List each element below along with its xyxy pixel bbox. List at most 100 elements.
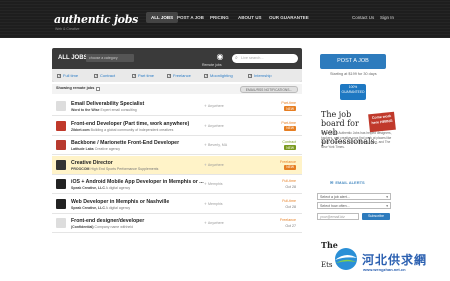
logo-tagline: Web & Creative: [55, 27, 80, 31]
guarantee-seal[interactable]: 100% GUARANTEED: [340, 84, 366, 100]
nav-guarantee[interactable]: OUR GUARANTEE: [269, 15, 309, 20]
nav-about[interactable]: ABOUT US: [238, 15, 262, 20]
search-icon: ⌕: [235, 55, 238, 61]
company-logo: [56, 159, 66, 170]
job-date: Oct 28: [285, 185, 296, 189]
job-type-label: Freelance: [280, 218, 296, 222]
top-nav-bar: authentic jobs Web & Creative ALL JOBS P…: [0, 0, 450, 38]
nav-post-job[interactable]: POST A JOB: [177, 15, 204, 20]
job-title[interactable]: iOS + Android Mobile App Developer in Me…: [71, 179, 204, 185]
job-location: Anywhere: [204, 221, 224, 225]
job-alert-select[interactable]: Select a job alert...: [317, 193, 391, 201]
company-name: PROOCOM: [71, 166, 90, 171]
company-description: Expert email consulting: [100, 108, 137, 112]
job-title[interactable]: Web Developer in Memphis or Nashville: [71, 199, 169, 205]
company-name: Word to the Wise: [71, 108, 100, 112]
checkbox[interactable]: [204, 73, 208, 78]
envelope-icon: ✉: [330, 180, 334, 185]
job-type-label: Full-time: [282, 198, 296, 203]
job-title[interactable]: Backbone / Marionette Front-End Develope…: [71, 140, 179, 146]
globe-icon[interactable]: ◉: [212, 51, 228, 62]
checkbox[interactable]: [57, 73, 61, 78]
job-title[interactable]: Front-end designer/developer: [71, 218, 144, 224]
subscribe-button[interactable]: Subscribe: [362, 213, 390, 220]
email-field[interactable]: your@email.biz: [317, 213, 359, 220]
nav-signin[interactable]: Sign In: [380, 15, 394, 20]
nav-all-jobs[interactable]: ALL JOBS: [146, 12, 179, 23]
job-title[interactable]: Email Deliverability Specialist: [71, 101, 144, 107]
job-company: Latitude Labs Creative agency: [71, 147, 120, 151]
job-title[interactable]: Creative Director: [71, 160, 113, 166]
company-logo: [56, 120, 66, 131]
company-description: A digital agency: [105, 186, 131, 190]
new-badge: NEW: [284, 106, 296, 111]
company-logo: [56, 198, 66, 209]
company-name: Latitude Labs: [71, 147, 94, 151]
checkbox[interactable]: [248, 73, 252, 78]
job-type-label: Freelance: [280, 159, 296, 164]
job-location: Memphis: [204, 202, 223, 206]
type-filter-internship[interactable]: Internship: [248, 73, 272, 78]
checkbox[interactable]: [94, 73, 98, 78]
email-notifications-button[interactable]: EMAIL/RSS NOTIFICATIONS...: [240, 85, 298, 93]
job-row[interactable]: Front-end Developer (Part time, work any…: [52, 117, 302, 136]
checkbox[interactable]: [132, 73, 136, 78]
job-title[interactable]: Front-end Developer (Part time, work any…: [71, 121, 189, 127]
company-logo: [56, 101, 66, 111]
job-row[interactable]: Web Developer in Memphis or Nashville Spe…: [52, 195, 302, 214]
price-text: Starting at $199 for 30 days: [330, 72, 377, 76]
job-row[interactable]: Email Deliverability Specialist Word to t…: [52, 97, 302, 116]
job-company: Speak Creative, LLC A digital agency: [71, 186, 130, 190]
nav-pricing[interactable]: PRICING: [210, 15, 229, 20]
job-type-label: Part-time: [281, 101, 296, 105]
checkbox[interactable]: [167, 73, 171, 78]
watermark-url: www.wengzhan.net.cn: [363, 267, 406, 272]
post-job-button[interactable]: POST A JOB: [320, 54, 386, 69]
job-type-label: Full-time: [282, 179, 296, 183]
company-logo: [56, 140, 66, 150]
hiring-sign: Come work here HIRING: [368, 111, 396, 133]
watermark-logo-icon: [335, 248, 357, 270]
type-filter-parttime[interactable]: Part time: [132, 73, 154, 78]
job-row[interactable]: iOS + Android Mobile App Developer in Me…: [52, 175, 302, 194]
job-row[interactable]: Backbone / Marionette Front-End Develope…: [52, 136, 302, 155]
nav-contact[interactable]: Contact Us: [352, 15, 374, 20]
company-name: Zibbet.com: [71, 127, 90, 132]
job-company: (Confidential) Company name withheld: [71, 225, 133, 229]
job-row[interactable]: Creative Director PROOCOM High End Sports…: [52, 155, 302, 175]
job-company: Speak Creative, LLC A digital agency: [71, 206, 130, 210]
site-logo[interactable]: authentic jobs: [54, 13, 138, 26]
frequency-select[interactable]: Select how often...: [317, 202, 391, 210]
search-input[interactable]: ⌕ Live search...: [232, 54, 298, 63]
company-logo: [56, 218, 66, 228]
job-location: Anywhere: [204, 104, 224, 108]
company-description: A digital agency: [105, 205, 131, 210]
job-type-label: Contract: [282, 140, 296, 144]
job-company: PROOCOM High End Sports Performance Supp…: [71, 167, 158, 171]
job-company: Zibbet.com Building a global community o…: [71, 128, 173, 132]
remote-jobs-label[interactable]: Remote jobs: [202, 63, 222, 67]
remote-filter-bar: Showing remote jobs EMAIL/RSS NOTIFICATI…: [52, 84, 302, 94]
job-company: Word to the Wise Expert email consulting: [71, 108, 137, 112]
category-select[interactable]: choose a category: [86, 54, 134, 62]
remote-status-label: Showing remote jobs: [56, 86, 95, 90]
job-type-label: Part-time: [281, 120, 296, 125]
new-badge: NEW: [284, 125, 296, 131]
type-filter-fulltime[interactable]: Full time: [57, 73, 78, 78]
about-blurb: Since 2005, Authentic Jobs has helped de…: [321, 131, 392, 149]
company-name: Speak Creative, LLC: [71, 186, 105, 190]
type-filter-moonlighting[interactable]: Moonlighting: [204, 73, 233, 78]
job-location: Anywhere: [204, 163, 224, 167]
remote-checkbox[interactable]: [96, 87, 100, 91]
job-row[interactable]: Front-end designer/developer (Confidentia…: [52, 214, 302, 233]
company-logo: [56, 179, 66, 189]
job-date: Oct 28: [285, 204, 296, 209]
press-logo-2: Ets: [321, 261, 333, 269]
company-name: (Confidential): [71, 225, 94, 229]
email-alerts-title: ✉ EMAIL ALERTS: [330, 180, 365, 185]
new-badge: NEW: [284, 145, 296, 150]
company-description: High End Sports Performance Supplements: [90, 166, 159, 171]
type-filter-freelance[interactable]: Freelance: [167, 73, 191, 78]
job-location: Beverly, MA: [204, 143, 227, 147]
type-filter-contract[interactable]: Contract: [94, 73, 115, 78]
